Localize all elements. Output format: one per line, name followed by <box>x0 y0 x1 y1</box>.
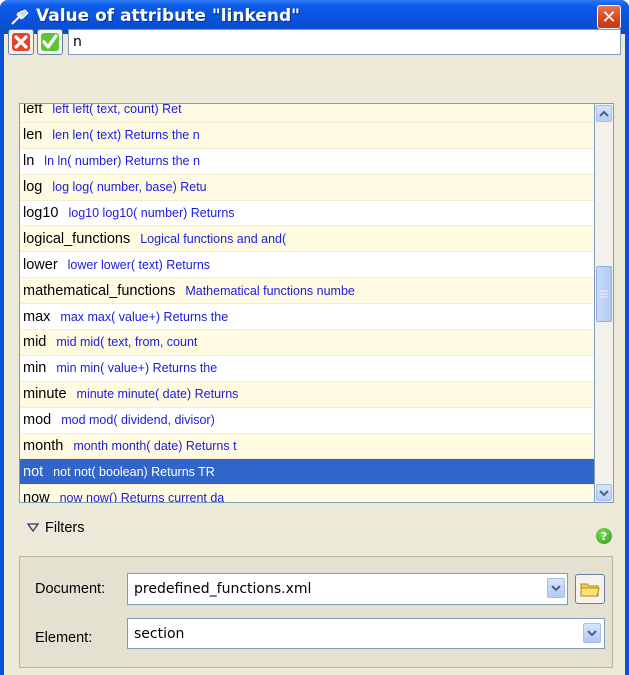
scroll-down-button[interactable] <box>596 484 612 501</box>
list-item-description: left left( text, count) Ret <box>52 103 182 117</box>
list-item-description: mid mid( text, from, count <box>56 335 198 350</box>
accept-check-icon <box>41 33 59 51</box>
list-item[interactable]: left left left( text, count) Ret <box>20 103 594 123</box>
close-icon: ✕ <box>601 6 617 28</box>
window-title: Value of attribute "linkend" <box>36 6 300 26</box>
list-item[interactable]: month month month( date) Returns t <box>20 433 594 460</box>
dialog-window: Value of attribute "linkend" ✕ n left lef… <box>0 0 629 675</box>
scroll-up-button[interactable] <box>596 105 612 122</box>
list-scrollbar[interactable] <box>595 103 614 503</box>
list-item-description: now now() Returns current da <box>59 490 225 503</box>
triangle-down-icon <box>27 523 39 533</box>
list-item-name: ln <box>23 153 35 170</box>
chevron-down-icon <box>551 585 561 592</box>
list-item-description: not not( boolean) Returns TR <box>53 464 215 479</box>
element-combo[interactable]: section <box>127 618 605 649</box>
function-list[interactable]: left left left( text, count) Ret len len le… <box>19 103 595 503</box>
function-list-content: left left left( text, count) Ret len len le… <box>20 103 594 503</box>
list-item[interactable]: minute minute minute( date) Returns <box>20 381 594 408</box>
accept-button[interactable] <box>37 29 63 55</box>
list-item-description: lower lower( text) Returns <box>67 257 211 272</box>
list-item-name: month <box>23 438 64 455</box>
filters-expander[interactable]: Filters <box>27 520 84 536</box>
document-combo[interactable]: predefined_functions.xml <box>127 573 568 605</box>
list-item-description: min min( value+) Returns the <box>56 361 218 376</box>
list-item-description: log log( number, base) Retu <box>52 180 207 195</box>
list-item[interactable]: ln ln ln( number) Returns the n <box>20 148 594 175</box>
folder-icon <box>580 583 600 597</box>
list-item-description: max max( value+) Returns the <box>60 309 229 324</box>
list-item[interactable]: max max max( value+) Returns the <box>20 304 594 331</box>
list-item-name: logical_functions <box>23 230 131 247</box>
list-item-description: len len( text) Returns the n <box>52 128 200 143</box>
list-item-name: minute <box>23 386 67 403</box>
list-item-name: mod <box>23 412 52 429</box>
list-item[interactable]: len len len( text) Returns the n <box>20 122 594 149</box>
list-item[interactable]: lower lower lower( text) Returns <box>20 252 594 279</box>
list-item[interactable]: logical_functions Logical functions and a… <box>20 226 594 253</box>
list-item[interactable]: mathematical_functions Mathematical funct… <box>20 278 594 305</box>
help-question-icon[interactable]: ? <box>596 528 612 544</box>
element-label: Element: <box>35 630 93 646</box>
list-item[interactable]: mid mid mid( text, from, count <box>20 330 594 356</box>
list-item[interactable]: min min min( value+) Returns the <box>20 355 594 382</box>
scroll-thumb[interactable] <box>596 266 612 322</box>
list-item[interactable]: mod mod mod( dividend, divisor) <box>20 407 594 434</box>
list-item[interactable]: log10 log10 log10( number) Returns <box>20 200 594 227</box>
list-item[interactable]: now now now() Returns current da <box>20 485 594 503</box>
list-item-name: log <box>23 179 43 196</box>
chevron-down-icon <box>599 489 609 496</box>
help-glyph: ? <box>600 529 608 543</box>
list-item-name: mid <box>23 334 47 351</box>
list-item-name: log10 <box>23 205 59 221</box>
list-item-name: now <box>23 489 50 503</box>
chevron-down-icon <box>587 630 597 637</box>
list-item-description: month month( date) Returns t <box>73 439 237 454</box>
element-dropdown-button[interactable] <box>583 623 601 643</box>
close-button[interactable]: ✕ <box>597 5 621 29</box>
document-label: Document: <box>35 581 106 597</box>
list-item-description: ln ln( number) Returns the n <box>44 154 200 169</box>
list-item[interactable]: log log log( number, base) Retu <box>20 174 594 201</box>
list-item-name: left <box>23 103 43 118</box>
document-value: predefined_functions.xml <box>134 581 312 597</box>
browse-button[interactable] <box>575 574 605 604</box>
filters-label: Filters <box>45 520 85 536</box>
list-item-description: log10 log10( number) Returns <box>68 206 235 220</box>
list-item-name: not <box>23 463 44 480</box>
list-item-description: Mathematical functions numbe <box>185 283 355 298</box>
pushpin-icon <box>11 9 29 25</box>
list-item-description: mod mod( dividend, divisor) <box>61 413 215 428</box>
list-item-name: max <box>23 308 51 325</box>
grip-icon <box>600 290 608 298</box>
list-item-name: mathematical_functions <box>23 282 176 299</box>
list-item-description: minute minute( date) Returns <box>76 387 239 402</box>
list-item-name: min <box>23 360 47 377</box>
cancel-button[interactable] <box>8 29 34 55</box>
chevron-up-icon <box>599 110 609 117</box>
document-dropdown-button[interactable] <box>547 578 565 598</box>
list-item-name: len <box>23 127 43 144</box>
list-item-selected[interactable]: not not not( boolean) Returns TR <box>20 459 594 486</box>
filter-input[interactable]: n <box>68 29 621 55</box>
element-value: section <box>134 625 185 642</box>
list-item-description: Logical functions and and( <box>140 231 287 246</box>
cancel-x-icon <box>12 33 30 51</box>
list-item-name: lower <box>23 256 58 273</box>
